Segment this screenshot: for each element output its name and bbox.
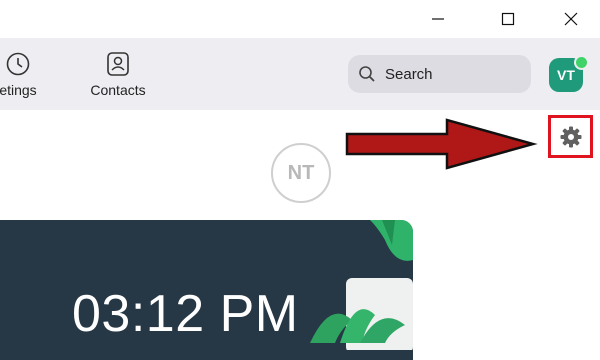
title-bar — [0, 0, 600, 38]
minimize-button[interactable] — [415, 0, 461, 38]
plant-illustration — [310, 220, 413, 350]
clock-icon — [6, 52, 30, 75]
watermark-logo: NT — [271, 143, 331, 203]
nav-item-contacts-label: Contacts — [90, 81, 146, 98]
close-button[interactable] — [548, 0, 594, 38]
avatar-initials: VT — [557, 67, 575, 83]
watermark-text: NT — [287, 161, 315, 184]
search-icon — [358, 65, 376, 83]
nav-item-contacts[interactable]: Contacts — [78, 38, 158, 110]
contact-card-icon — [107, 51, 129, 76]
maximize-button[interactable] — [485, 0, 531, 38]
search-box[interactable]: Search — [348, 55, 531, 93]
nav-item-meetings[interactable]: etings — [0, 38, 58, 110]
maximize-icon — [501, 12, 515, 26]
search-label: Search — [385, 65, 433, 83]
arrow-right-icon — [345, 118, 538, 170]
online-status-indicator — [574, 55, 589, 70]
home-clock-card: 03:12 PM — [0, 220, 413, 360]
settings-button[interactable] — [548, 115, 593, 158]
minimize-icon — [432, 18, 444, 20]
gear-icon — [560, 126, 581, 147]
close-icon — [564, 12, 578, 26]
clock-time: 03:12 PM — [72, 285, 299, 343]
nav-item-meetings-label: etings — [0, 81, 37, 98]
